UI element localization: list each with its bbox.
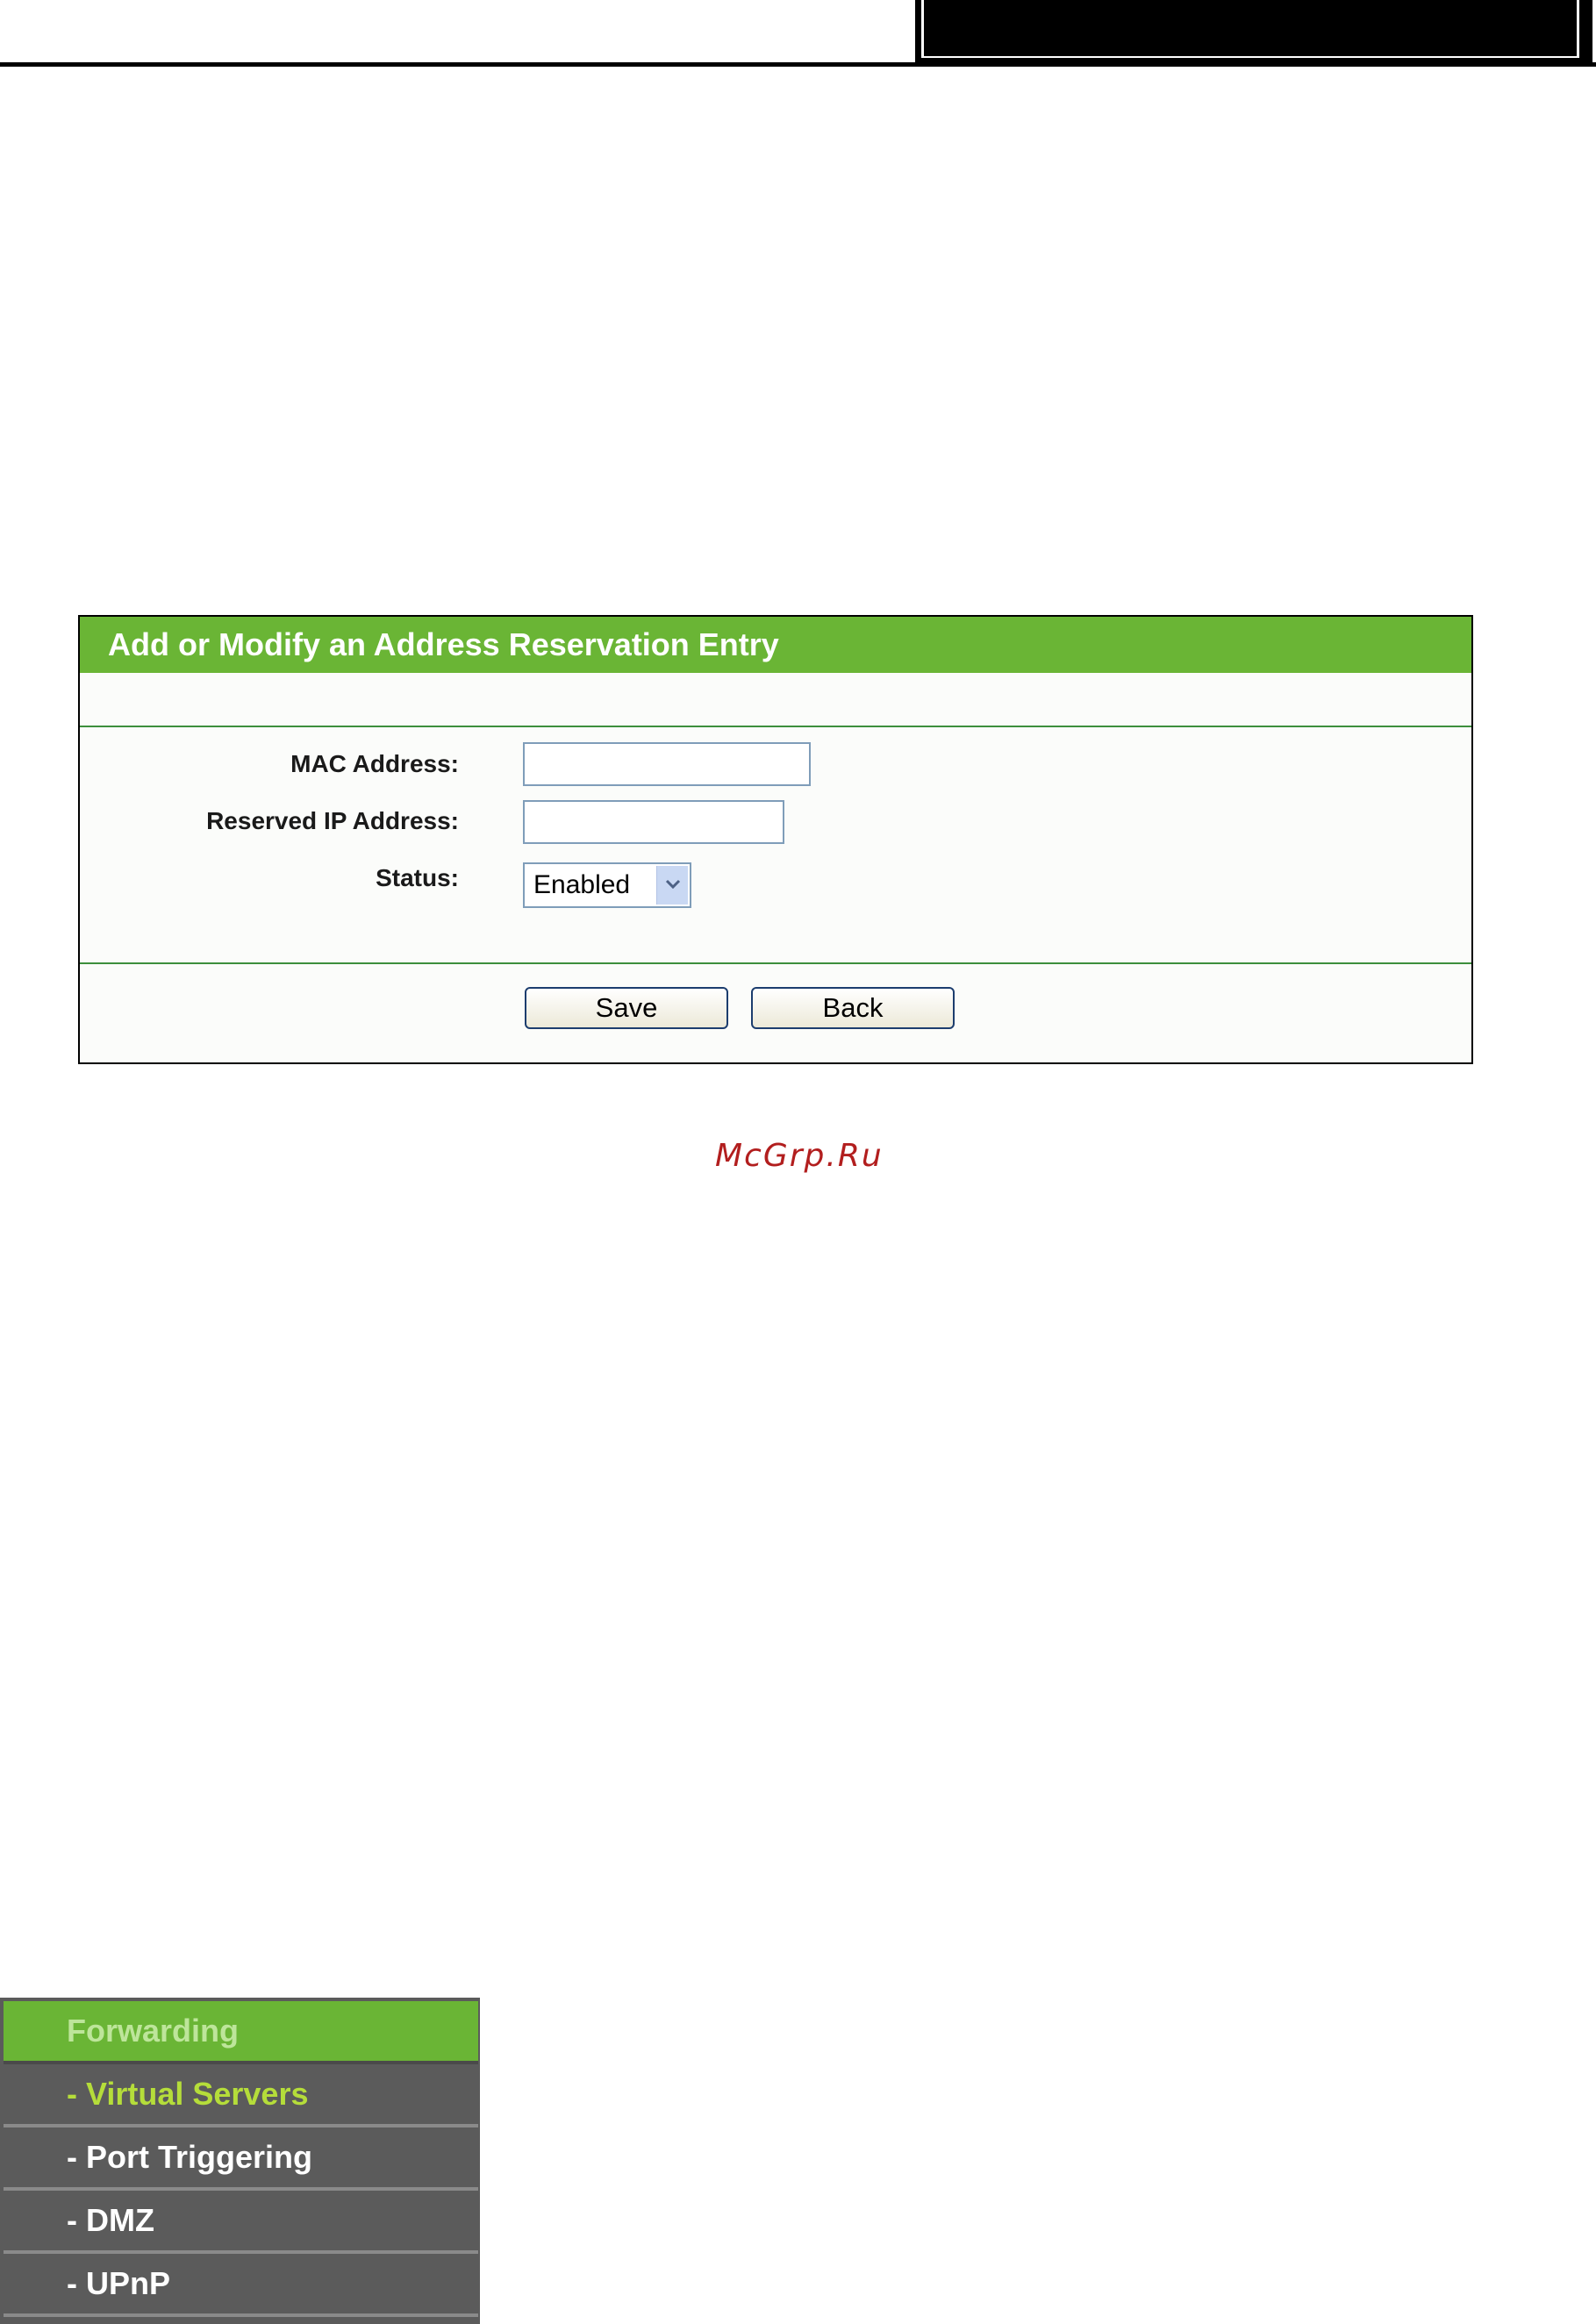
menu-item-port-triggering[interactable]: - Port Triggering: [4, 2127, 478, 2191]
status-label: Status:: [376, 864, 459, 891]
forwarding-menu: Forwarding - Virtual Servers - Port Trig…: [0, 1998, 480, 2324]
reserved-ip-label: Reserved IP Address:: [206, 807, 459, 834]
watermark-text: McGrp.Ru: [715, 1138, 884, 1174]
back-button[interactable]: Back: [751, 987, 955, 1029]
menu-item-dmz[interactable]: - DMZ: [4, 2191, 478, 2254]
status-select[interactable]: Enabled: [523, 862, 691, 908]
header-block-frame: [921, 0, 1579, 58]
mac-address-label: MAC Address:: [290, 750, 459, 777]
menu-header-forwarding[interactable]: Forwarding: [4, 2001, 478, 2064]
panel-spacer: [80, 673, 1471, 726]
status-select-value: Enabled: [533, 870, 631, 899]
mac-address-input[interactable]: [523, 742, 811, 786]
divider: [80, 962, 1471, 964]
chevron-down-icon[interactable]: [656, 866, 688, 905]
menu-item-virtual-servers[interactable]: - Virtual Servers: [4, 2064, 478, 2127]
panel-title: Add or Modify an Address Reservation Ent…: [80, 617, 1471, 673]
save-button[interactable]: Save: [525, 987, 728, 1029]
reserved-ip-input[interactable]: [523, 800, 784, 844]
address-reservation-panel: Add or Modify an Address Reservation Ent…: [78, 615, 1473, 1064]
menu-item-upnp[interactable]: - UPnP: [4, 2254, 478, 2317]
divider: [80, 726, 1471, 727]
